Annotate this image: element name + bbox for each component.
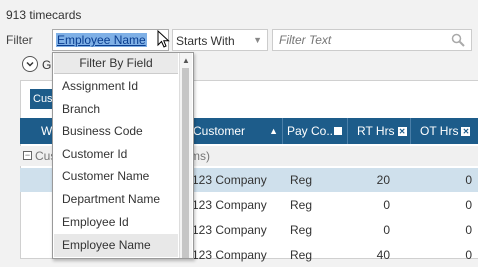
filter-field-value: Employee Name: [56, 33, 147, 47]
cell-pay-code: Reg: [290, 248, 313, 262]
cell-pay-code: Reg: [290, 198, 313, 212]
mouse-cursor-icon: [157, 30, 170, 48]
cell-pay-code: Reg: [290, 173, 313, 187]
cell-ot-hrs: 0: [465, 223, 472, 237]
column-header-label: W: [41, 124, 53, 138]
filter-field-select[interactable]: Employee Name ▼: [52, 29, 169, 51]
dropdown-item-employee-name[interactable]: Employee Name: [54, 234, 178, 257]
filter-text-input[interactable]: [279, 33, 439, 47]
grouping-toggle-button[interactable]: [22, 56, 38, 72]
dropdown-scrollbar[interactable]: ▲: [179, 53, 192, 258]
grouping-label: G: [42, 58, 52, 72]
dropdown-item-employee-id[interactable]: Employee Id: [54, 211, 178, 234]
scroll-up-icon[interactable]: ▲: [182, 56, 190, 65]
column-header-label: RT Hrs: [357, 124, 395, 138]
filter-field-dropdown: Filter By Field Assignment Id Branch Bus…: [52, 52, 194, 259]
filter-operator-value: Starts With: [176, 34, 235, 48]
cell-ot-hrs: 0: [465, 248, 472, 262]
column-menu-icon[interactable]: [334, 127, 342, 135]
column-header-label: Customer: [193, 124, 246, 138]
cell-customer: 123 Company: [192, 198, 267, 212]
cell-pay-code: Reg: [290, 223, 313, 237]
cell-customer: 123 Company: [192, 223, 267, 237]
cell-rt-hrs: 0: [383, 198, 390, 212]
filter-label: Filter: [6, 33, 33, 47]
timecard-count: 913 timecards: [6, 8, 82, 22]
column-header-ot-hrs[interactable]: OT Hrs ✕: [411, 118, 478, 144]
column-header-pay-code[interactable]: Pay Co...: [283, 118, 348, 144]
cell-customer: 123 Company: [192, 248, 267, 262]
cell-rt-hrs: 20: [376, 173, 390, 187]
cell-rt-hrs: 40: [376, 248, 390, 262]
column-header-label: OT Hrs: [420, 124, 459, 138]
dropdown-header: Filter By Field: [54, 53, 178, 74]
scrollbar-thumb[interactable]: [182, 68, 189, 258]
column-header-label: Pay Co...: [287, 124, 337, 138]
column-header-rt-hrs[interactable]: RT Hrs ✕: [348, 118, 411, 144]
search-icon[interactable]: [451, 33, 465, 47]
close-icon[interactable]: ✕: [461, 127, 471, 137]
chevron-down-icon: ▼: [253, 35, 262, 45]
dropdown-item-business-code[interactable]: Business Code: [54, 120, 178, 143]
dropdown-item-customer-name[interactable]: Customer Name: [54, 165, 178, 188]
dropdown-item-branch[interactable]: Branch: [54, 98, 178, 121]
cell-ot-hrs: 0: [465, 198, 472, 212]
collapse-icon[interactable]: −: [23, 151, 32, 160]
dropdown-item-customer-id[interactable]: Customer Id: [54, 143, 178, 166]
column-header-customer[interactable]: Customer ▲: [190, 118, 283, 144]
cell-customer: 123 Company: [192, 173, 267, 187]
dropdown-item-department-name[interactable]: Department Name: [54, 188, 178, 211]
filter-operator-select[interactable]: Starts With ▼: [172, 29, 268, 51]
close-icon[interactable]: ✕: [397, 127, 407, 137]
sort-ascending-icon[interactable]: ▲: [269, 118, 278, 144]
filter-text-box[interactable]: [272, 29, 472, 51]
chevron-down-icon: [26, 61, 34, 67]
cell-rt-hrs: 0: [383, 223, 390, 237]
dropdown-item-assignment-id[interactable]: Assignment Id: [54, 75, 178, 98]
cell-ot-hrs: 0: [465, 173, 472, 187]
